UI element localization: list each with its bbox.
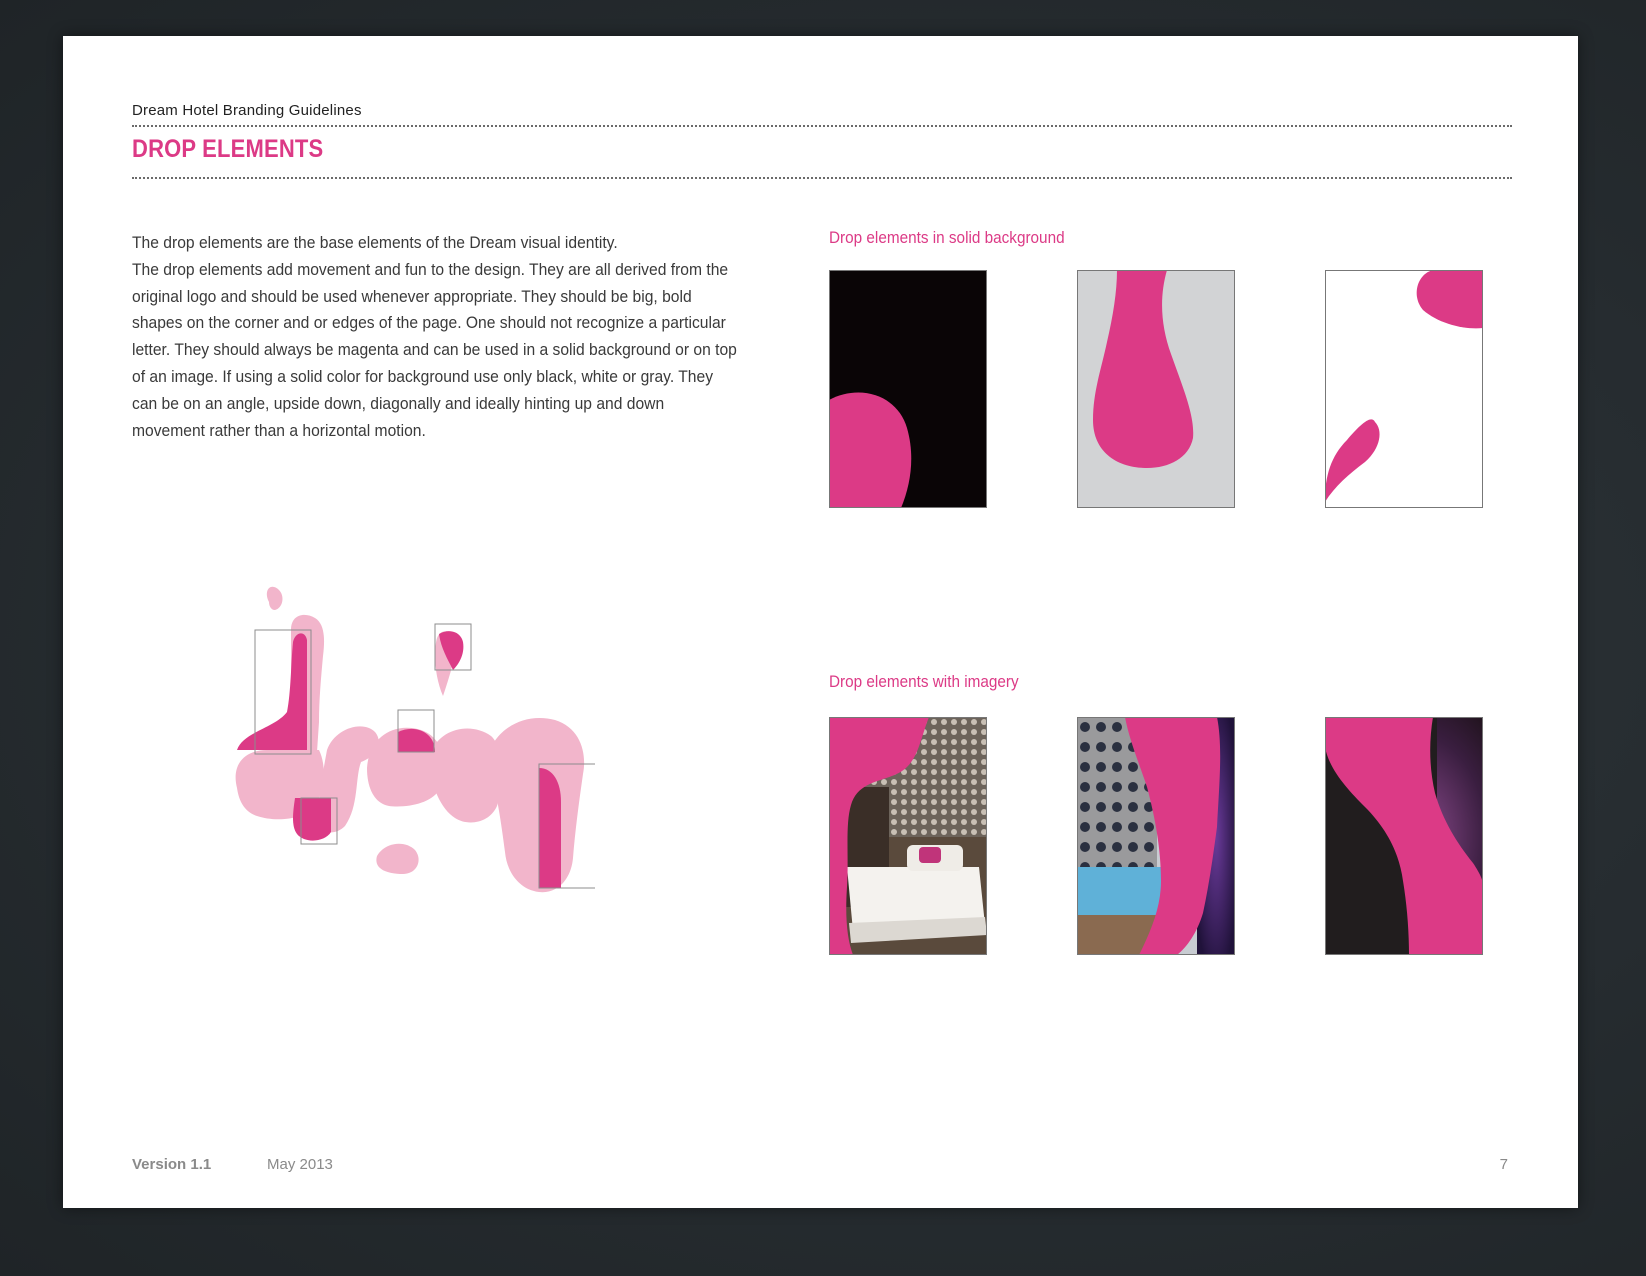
description-paragraph-2: The drop elements add movement and fun t… [132, 259, 737, 440]
document-title: Dream Hotel Branding Guidelines [132, 102, 362, 119]
imagery-tile-bedroom [829, 717, 987, 955]
header-divider [132, 125, 1512, 127]
solid-tile-white [1325, 270, 1483, 508]
dream-logo-construction [235, 582, 595, 912]
solid-tile-black [829, 270, 987, 508]
imagery-tile-glitter [1325, 717, 1483, 955]
dream-logo-svg [235, 586, 595, 893]
footer-date: May 2013 [267, 1156, 333, 1173]
footer-version: Version 1.1 [132, 1156, 212, 1173]
description-paragraph-1: The drop elements are the base elements … [132, 233, 618, 252]
solid-tile-gray [1077, 270, 1235, 508]
title-divider [132, 177, 1512, 179]
section-title: DROP ELEMENTS [132, 135, 324, 163]
guideline-page: Dream Hotel Branding Guidelines DROP ELE… [63, 36, 1578, 1208]
caption-solid-background: Drop elements in solid background [829, 228, 1065, 247]
caption-with-imagery: Drop elements with imagery [829, 672, 1019, 691]
imagery-tile-pool [1077, 717, 1235, 955]
page-number: 7 [1499, 1156, 1508, 1173]
description-text: The drop elements are the base elements … [132, 230, 739, 444]
